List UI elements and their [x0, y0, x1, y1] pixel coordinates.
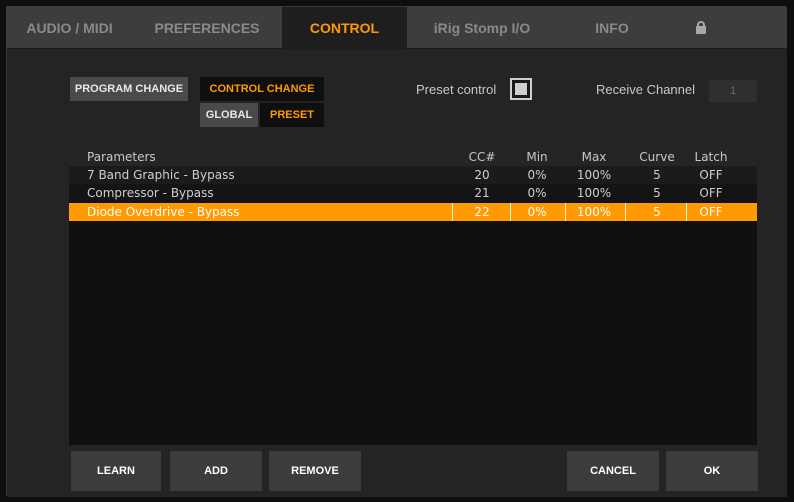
header-parameters: Parameters	[87, 150, 156, 164]
header-max: Max	[581, 150, 607, 164]
curve-value: 5	[653, 186, 661, 200]
table-row[interactable]: Compressor - Bypass 21 0% 100% 5 OFF	[69, 184, 757, 202]
add-button[interactable]: ADD	[170, 451, 262, 491]
cc-value: 22	[474, 205, 490, 219]
curve-value: 5	[653, 168, 661, 182]
lock-icon[interactable]	[696, 21, 706, 34]
table-row-selected[interactable]: Diode Overdrive - Bypass 22 0% 100% 5 OF…	[69, 203, 757, 221]
param-name: Compressor - Bypass	[87, 186, 214, 200]
cell-divider	[565, 203, 566, 221]
control-panel: PROGRAM CHANGE CONTROL CHANGE GLOBAL PRE…	[7, 50, 787, 497]
tab-control[interactable]: CONTROL	[282, 7, 407, 49]
learn-button[interactable]: LEARN	[71, 451, 161, 491]
header-curve: Curve	[639, 150, 675, 164]
parameters-table: Parameters CC# Min Max Curve Latch 7 Ban…	[69, 148, 757, 445]
header-latch: Latch	[694, 150, 728, 164]
max-value: 100%	[576, 186, 612, 200]
min-value: 0%	[527, 186, 547, 200]
cell-divider	[452, 203, 453, 221]
min-value: 0%	[527, 205, 547, 219]
param-name: 7 Band Graphic - Bypass	[87, 168, 235, 182]
latch-value: OFF	[699, 205, 723, 219]
min-value: 0%	[527, 168, 547, 182]
program-change-button[interactable]: PROGRAM CHANGE	[70, 77, 188, 101]
preset-control-label: Preset control	[416, 82, 497, 97]
max-value: 100%	[576, 168, 612, 182]
preset-control-checkbox[interactable]	[510, 78, 532, 100]
cancel-button[interactable]: CANCEL	[567, 451, 659, 491]
control-change-button[interactable]: CONTROL CHANGE	[200, 77, 324, 101]
cell-divider	[625, 203, 626, 221]
latch-value: OFF	[699, 186, 723, 200]
checkbox-check-icon	[515, 83, 527, 95]
table-row[interactable]: 7 Band Graphic - Bypass 20 0% 100% 5 OFF	[69, 166, 757, 184]
global-button[interactable]: GLOBAL	[200, 103, 258, 127]
receive-channel-field[interactable]: 1	[709, 80, 757, 102]
tab-bar: AUDIO / MIDI PREFERENCES CONTROL iRig St…	[7, 7, 787, 49]
receive-channel-label: Receive Channel	[596, 82, 696, 97]
preset-button[interactable]: PRESET	[260, 103, 324, 127]
param-name: Diode Overdrive - Bypass	[87, 205, 240, 219]
tab-preferences[interactable]: PREFERENCES	[132, 7, 282, 49]
tab-irig-stomp-io[interactable]: iRig Stomp I/O	[407, 7, 557, 49]
ok-button[interactable]: OK	[666, 451, 758, 491]
cell-divider	[510, 203, 511, 221]
header-min: Min	[526, 150, 548, 164]
remove-button[interactable]: REMOVE	[269, 451, 361, 491]
table-header: Parameters CC# Min Max Curve Latch	[69, 148, 757, 166]
tab-info[interactable]: INFO	[557, 7, 667, 49]
curve-value: 5	[653, 205, 661, 219]
cc-value: 20	[474, 168, 490, 182]
tab-audio-midi[interactable]: AUDIO / MIDI	[7, 7, 132, 49]
latch-value: OFF	[699, 168, 723, 182]
cc-value: 21	[474, 186, 490, 200]
cell-divider	[686, 203, 687, 221]
header-cc: CC#	[468, 150, 496, 164]
max-value: 100%	[576, 205, 612, 219]
settings-window: AUDIO / MIDI PREFERENCES CONTROL iRig St…	[6, 6, 787, 497]
